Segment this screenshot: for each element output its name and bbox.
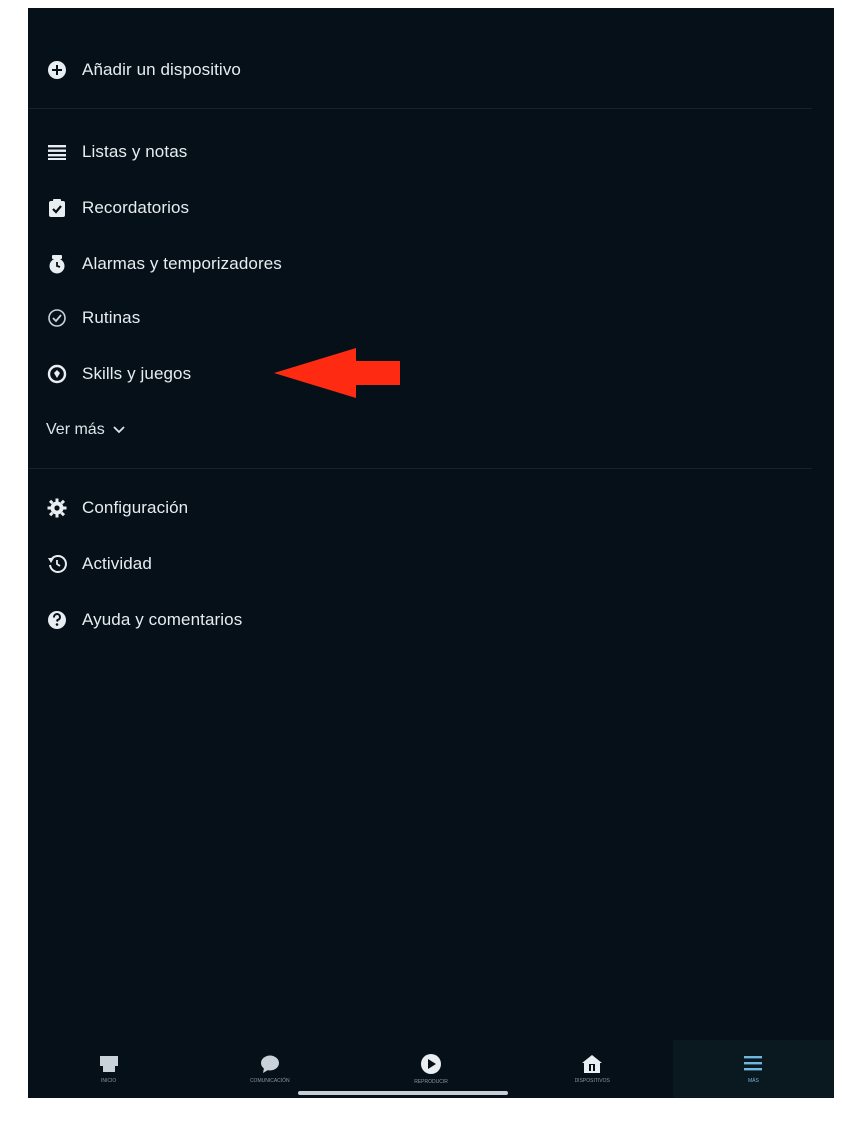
- menu-item-activity[interactable]: Actividad: [46, 544, 152, 584]
- tab-label: MÁS: [747, 1078, 759, 1084]
- tab-label: DISPOSITIVOS: [574, 1078, 610, 1084]
- menu-item-settings[interactable]: Configuración: [46, 488, 188, 528]
- annotation-arrow: [274, 348, 400, 403]
- clipboard-check-icon: [46, 197, 68, 219]
- chevron-down-icon: [113, 426, 125, 434]
- menu-icon: [744, 1056, 763, 1071]
- menu-item-reminders[interactable]: Recordatorios: [46, 188, 189, 228]
- play-icon: [421, 1054, 441, 1074]
- tab-devices[interactable]: DISPOSITIVOS: [512, 1040, 673, 1098]
- menu-item-label: Ayuda y comentarios: [82, 610, 243, 629]
- tab-label: REPRODUCIR: [414, 1079, 448, 1085]
- help-icon: [46, 609, 68, 631]
- menu-item-skills[interactable]: Skills y juegos: [46, 354, 191, 394]
- menu-item-label: Configuración: [82, 498, 189, 517]
- menu-item-label: Listas y notas: [82, 142, 188, 161]
- devices-icon: [582, 1055, 603, 1073]
- menu-item-label: Recordatorios: [82, 198, 190, 217]
- skills-icon: [46, 363, 68, 385]
- tab-communicate[interactable]: COMUNICACIÓN: [189, 1040, 350, 1098]
- menu-item-routines[interactable]: Rutinas: [46, 298, 140, 338]
- plus-circle-icon: [46, 59, 68, 81]
- more-menu-screen: Añadir un dispositivo Listas y notas Rec…: [28, 8, 834, 1098]
- add-device-label: Añadir un dispositivo: [82, 60, 241, 79]
- tab-label: INICIO: [100, 1078, 117, 1084]
- add-device-item[interactable]: Añadir un dispositivo: [46, 50, 241, 90]
- menu-item-help[interactable]: Ayuda y comentarios: [46, 600, 242, 640]
- bottom-tab-bar: INICIO COMUNICACIÓN REPRODUCIR DISPOSITI…: [28, 1040, 834, 1098]
- home-icon: [99, 1056, 118, 1072]
- menu-item-label: Actividad: [82, 554, 152, 573]
- history-icon: [46, 553, 68, 575]
- divider: [28, 468, 812, 469]
- menu-item-alarms[interactable]: Alarmas y temporizadores: [46, 244, 282, 284]
- alarm-clock-icon: [46, 253, 68, 275]
- list-icon: [46, 141, 68, 163]
- menu-item-label: Rutinas: [82, 308, 141, 327]
- tab-more[interactable]: MÁS: [672, 1040, 834, 1098]
- menu-item-label: Skills y juegos: [82, 364, 192, 383]
- home-indicator: [298, 1091, 508, 1095]
- menu-item-lists[interactable]: Listas y notas: [46, 132, 187, 172]
- see-more-button[interactable]: Ver más: [46, 410, 125, 450]
- check-circle-icon: [46, 307, 68, 329]
- divider: [28, 108, 812, 109]
- tab-label: COMUNICACIÓN: [249, 1078, 290, 1084]
- gear-icon: [46, 497, 68, 519]
- tab-play[interactable]: REPRODUCIR: [350, 1040, 511, 1098]
- tab-home[interactable]: INICIO: [28, 1040, 189, 1098]
- menu-item-label: Alarmas y temporizadores: [82, 254, 282, 273]
- see-more-label: Ver más: [46, 421, 105, 438]
- chat-bubble-icon: [260, 1055, 279, 1073]
